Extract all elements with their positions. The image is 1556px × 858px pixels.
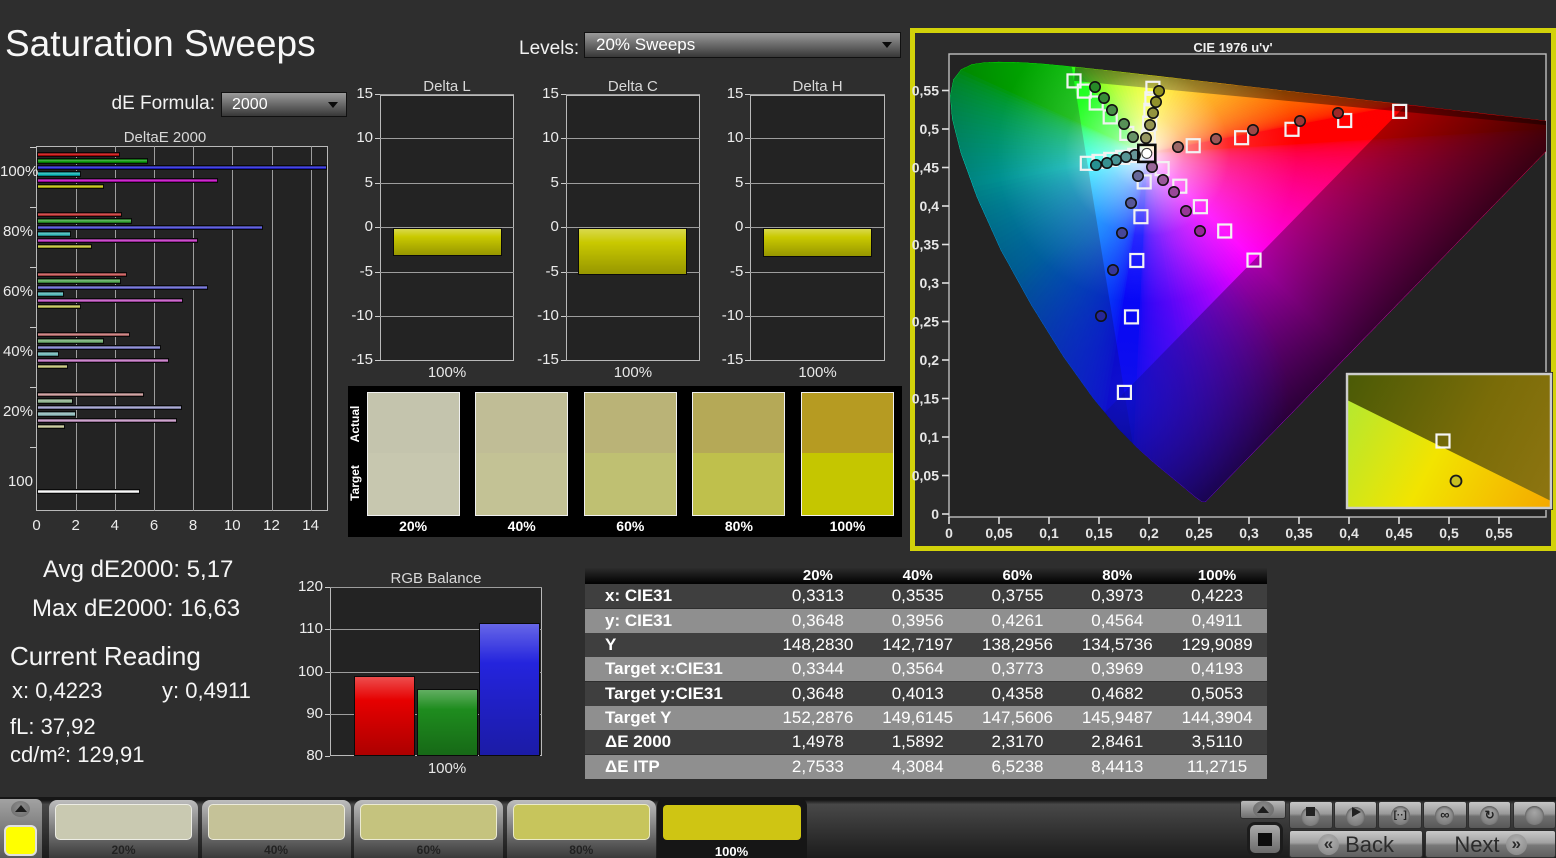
svg-text:0,3: 0,3 bbox=[1239, 525, 1259, 541]
svg-text:0: 0 bbox=[931, 506, 939, 522]
svg-text:0,55: 0,55 bbox=[912, 83, 939, 99]
svg-text:0: 0 bbox=[945, 525, 953, 541]
svg-text:0,5: 0,5 bbox=[920, 121, 940, 137]
svg-text:0,25: 0,25 bbox=[912, 314, 939, 330]
svg-text:0,45: 0,45 bbox=[912, 160, 939, 176]
svg-text:0,25: 0,25 bbox=[1185, 525, 1212, 541]
svg-text:0,3: 0,3 bbox=[920, 275, 940, 291]
svg-text:0,5: 0,5 bbox=[1439, 525, 1459, 541]
svg-text:0,35: 0,35 bbox=[1285, 525, 1312, 541]
svg-text:0,05: 0,05 bbox=[912, 468, 939, 484]
svg-text:0,15: 0,15 bbox=[1085, 525, 1112, 541]
svg-text:0,2: 0,2 bbox=[920, 352, 940, 368]
svg-text:0,4: 0,4 bbox=[920, 198, 940, 214]
svg-text:0,2: 0,2 bbox=[1139, 525, 1159, 541]
svg-text:0,35: 0,35 bbox=[912, 237, 939, 253]
svg-text:0,15: 0,15 bbox=[912, 391, 939, 407]
svg-text:0,1: 0,1 bbox=[920, 429, 940, 445]
svg-text:0,55: 0,55 bbox=[1485, 525, 1512, 541]
svg-text:0,1: 0,1 bbox=[1039, 525, 1059, 541]
svg-text:0,45: 0,45 bbox=[1385, 525, 1412, 541]
svg-text:0,4: 0,4 bbox=[1339, 525, 1359, 541]
svg-text:0,05: 0,05 bbox=[985, 525, 1012, 541]
